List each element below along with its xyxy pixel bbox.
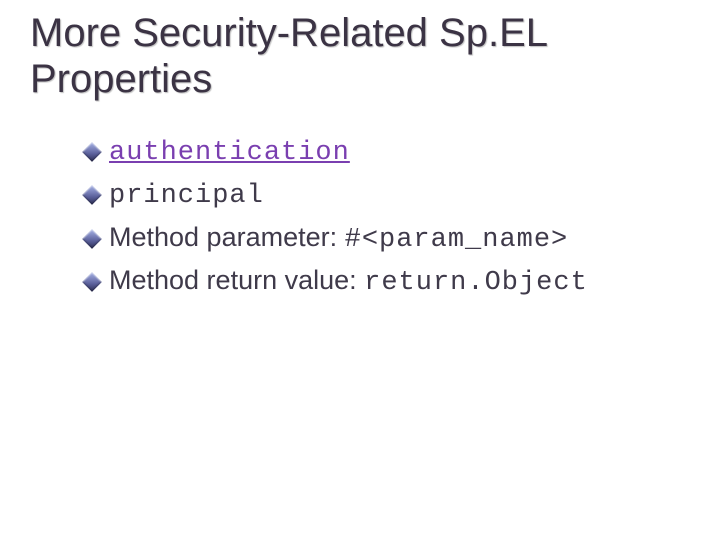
list-item: Method parameter: #<param_name>: [85, 219, 690, 258]
bullet-prefix: Method return value:: [109, 265, 364, 295]
list-item: principal: [85, 175, 690, 214]
bullet-code: return.Object: [364, 268, 588, 298]
diamond-bullet-icon: [82, 185, 102, 205]
bullet-prefix: Method parameter:: [109, 222, 345, 252]
diamond-bullet-icon: [82, 142, 102, 162]
bullet-code: principal: [109, 181, 264, 211]
list-item: Method return value: return.Object: [85, 262, 690, 301]
bullet-code-link[interactable]: authentication: [109, 138, 350, 168]
slide-body: authentication principal Method paramete…: [30, 132, 690, 302]
list-item: authentication: [85, 132, 690, 171]
slide: More Security-Related Sp.EL Properties a…: [0, 0, 720, 540]
diamond-bullet-icon: [82, 272, 102, 292]
diamond-bullet-icon: [82, 229, 102, 249]
bullet-code: #<param_name>: [345, 225, 569, 255]
slide-title: More Security-Related Sp.EL Properties: [30, 10, 690, 102]
